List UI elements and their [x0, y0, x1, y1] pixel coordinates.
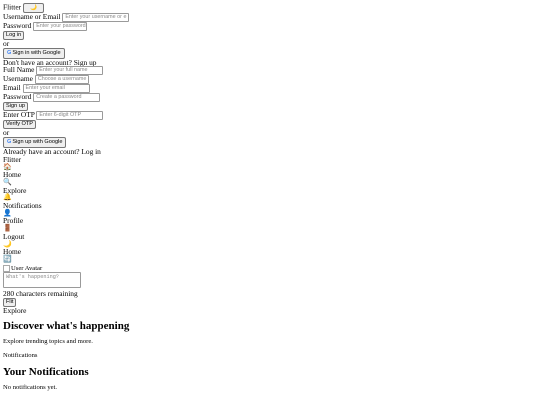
bell-icon: 🔔 [3, 193, 12, 202]
signup-link[interactable]: Don't have an account? Sign up [3, 58, 540, 67]
login-link[interactable]: Already have an account? Log in [3, 148, 540, 156]
fullname-label: Full Name [3, 65, 35, 75]
google-icon: G [7, 49, 12, 56]
nav-item-label: Home [3, 170, 22, 180]
char-counter: 280 characters remaining [3, 289, 78, 299]
login-header: Flitter 🌙 [3, 3, 540, 13]
moon-icon: 🌙 [29, 5, 37, 11]
signup-username-input[interactable]: Choose a username [34, 75, 89, 85]
google-signin-label: Sign in with Google [12, 49, 61, 56]
nav-item-label: Notifications [3, 201, 42, 211]
avatar-alt-text: User Avatar [11, 264, 43, 272]
avatar-image: User Avatar [3, 264, 43, 273]
nav-item-explore[interactable]: 🔍 Explore [3, 177, 540, 195]
notifications-empty: No notifications yet. [3, 383, 58, 391]
theme-toggle-moon-icon[interactable]: 🌙 [3, 240, 540, 249]
door-icon: 🚪 [3, 224, 12, 233]
user-icon: 👤 [3, 208, 12, 217]
avatar: User Avatar [3, 264, 540, 273]
nav-item-label: Profile [3, 216, 24, 226]
nav-item-profile[interactable]: 👤 Profile [3, 208, 540, 226]
signup-password-label: Password [3, 92, 32, 102]
compose-textarea[interactable] [3, 272, 81, 289]
password-label: Password [3, 21, 32, 31]
signup-username-label: Username [3, 74, 33, 84]
or-divider-signup: or [3, 128, 10, 138]
login-brand: Flitter [3, 2, 22, 12]
fullname-input[interactable]: Enter your full name [36, 66, 104, 76]
login-username-input[interactable]: Enter your username or e [62, 13, 130, 22]
notifications-label: Notifications [3, 352, 38, 360]
or-divider: or [3, 39, 10, 48]
explore-description: Explore trending topics and more. [3, 338, 93, 346]
nav-item-label: Explore [3, 185, 27, 195]
nav-item-notifications[interactable]: 🔔 Notifications [3, 193, 540, 211]
explore-heading: Discover what's happening [3, 320, 130, 333]
login-password-input[interactable]: Enter your password [33, 22, 88, 31]
email-label: Email [3, 83, 21, 93]
google-icon: G [7, 139, 12, 146]
home-title: Home [3, 247, 22, 257]
nav-brand: Flitter [3, 154, 22, 164]
otp-label: Enter OTP [3, 110, 35, 120]
notifications-heading: Your Notifications [3, 365, 89, 378]
nav-item-logout[interactable]: 🚪 Logout [3, 224, 540, 241]
search-icon: 🔍 [3, 177, 12, 186]
otp-input[interactable]: Enter 6-digit OTP [36, 111, 104, 121]
nav-item-home[interactable]: 🏠 Home [3, 162, 540, 180]
refresh-icon[interactable]: 🔄 [3, 255, 540, 264]
nav-item-label: Logout [3, 231, 25, 241]
username-label: Username or Email [3, 12, 61, 22]
explore-label: Explore [3, 305, 27, 315]
google-signup-label: Sign up with Google [12, 139, 63, 146]
signup-password-input[interactable]: Create a password [33, 93, 101, 103]
home-icon: 🏠 [3, 162, 12, 171]
